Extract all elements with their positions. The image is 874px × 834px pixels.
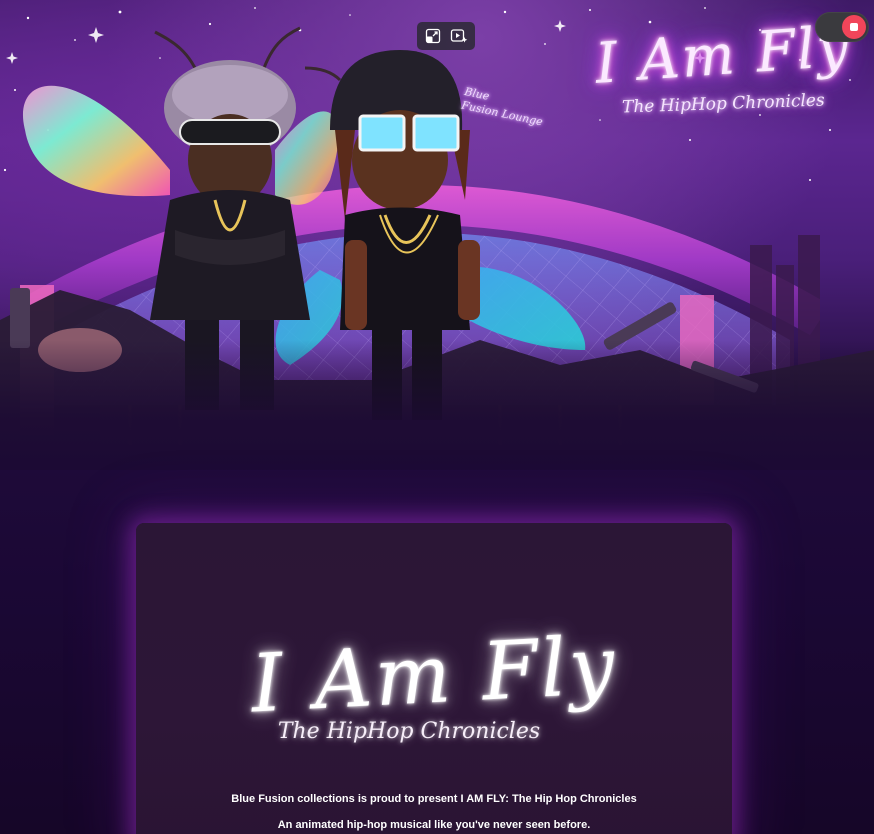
media-toolbar: [417, 22, 475, 50]
intro-card: I Am Fly The HipHop Chronicles Blue Fusi…: [136, 523, 732, 834]
neon-subtitle: The HipHop Chronicles: [621, 90, 825, 118]
card-tagline: Blue Fusion collections is proud to pres…: [231, 793, 637, 805]
record-stop-icon: [842, 15, 866, 39]
video-sparkle-icon: [450, 29, 468, 43]
card-description: An animated hip-hop musical like you've …: [277, 819, 591, 831]
page: Blue Fusion Lounge I Am Fly The HipHop C…: [0, 0, 874, 834]
neon-title: I Am Fly: [593, 14, 853, 97]
exit-fullscreen-icon: [425, 28, 441, 44]
record-toggle[interactable]: [815, 12, 869, 42]
video-sparkle-button[interactable]: [448, 25, 470, 47]
hero-bottom-fade: [0, 340, 874, 470]
stop-square: [850, 23, 858, 31]
card-logo: I Am Fly The HipHop Chronicles: [136, 618, 732, 744]
exit-fullscreen-button[interactable]: [422, 25, 444, 47]
card-logo-title: I Am Fly: [248, 618, 620, 731]
hero-banner-artwork: Blue Fusion Lounge I Am Fly The HipHop C…: [0, 0, 874, 470]
